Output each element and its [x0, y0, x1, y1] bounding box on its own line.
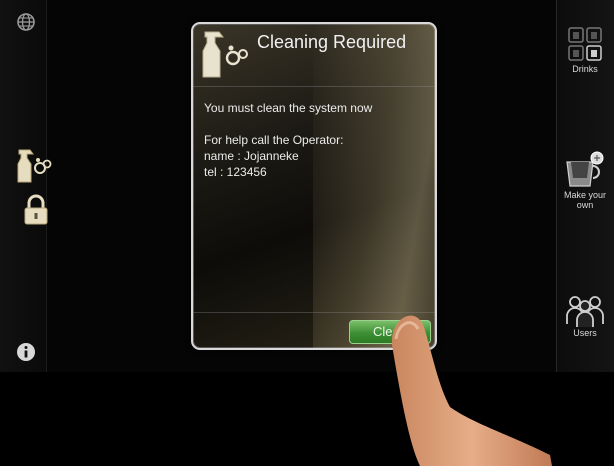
make-your-own-nav-item[interactable]: Make your own: [556, 150, 614, 210]
clean-button[interactable]: Clean: [349, 320, 431, 344]
dialog-title: Cleaning Required: [257, 32, 407, 52]
dialog-body: You must clean the system now For help c…: [204, 100, 430, 180]
lock-icon[interactable]: [22, 194, 50, 226]
users-icon: [566, 296, 604, 327]
cleaning-spray-icon: [202, 31, 248, 78]
drinks-label: Drinks: [572, 64, 598, 74]
users-nav-item[interactable]: Users: [556, 294, 614, 338]
dialog-message: You must clean the system now: [204, 101, 373, 115]
dialog-header: Cleaning Required: [193, 24, 435, 87]
cup-icon: [566, 151, 604, 187]
cleaning-icon[interactable]: [14, 146, 54, 184]
info-icon[interactable]: [16, 342, 36, 362]
make-your-own-label-1: Make your: [563, 190, 607, 200]
cleaning-required-dialog: Cleaning Required You must clean the sys…: [191, 22, 437, 350]
dialog-footer-divider: [193, 312, 435, 313]
globe-icon[interactable]: [16, 12, 36, 32]
operator-name: name : Jojanneke: [204, 149, 299, 163]
left-sidebar: [0, 0, 47, 372]
users-label: Users: [573, 328, 597, 338]
operator-phone: tel : 123456: [204, 165, 267, 179]
operator-help-text: For help call the Operator:: [204, 133, 344, 147]
bottom-bezel: [0, 372, 614, 466]
drinks-nav-item[interactable]: Drinks: [556, 26, 614, 74]
make-your-own-label-2: own: [576, 200, 594, 210]
drinks-icon: [568, 27, 602, 61]
